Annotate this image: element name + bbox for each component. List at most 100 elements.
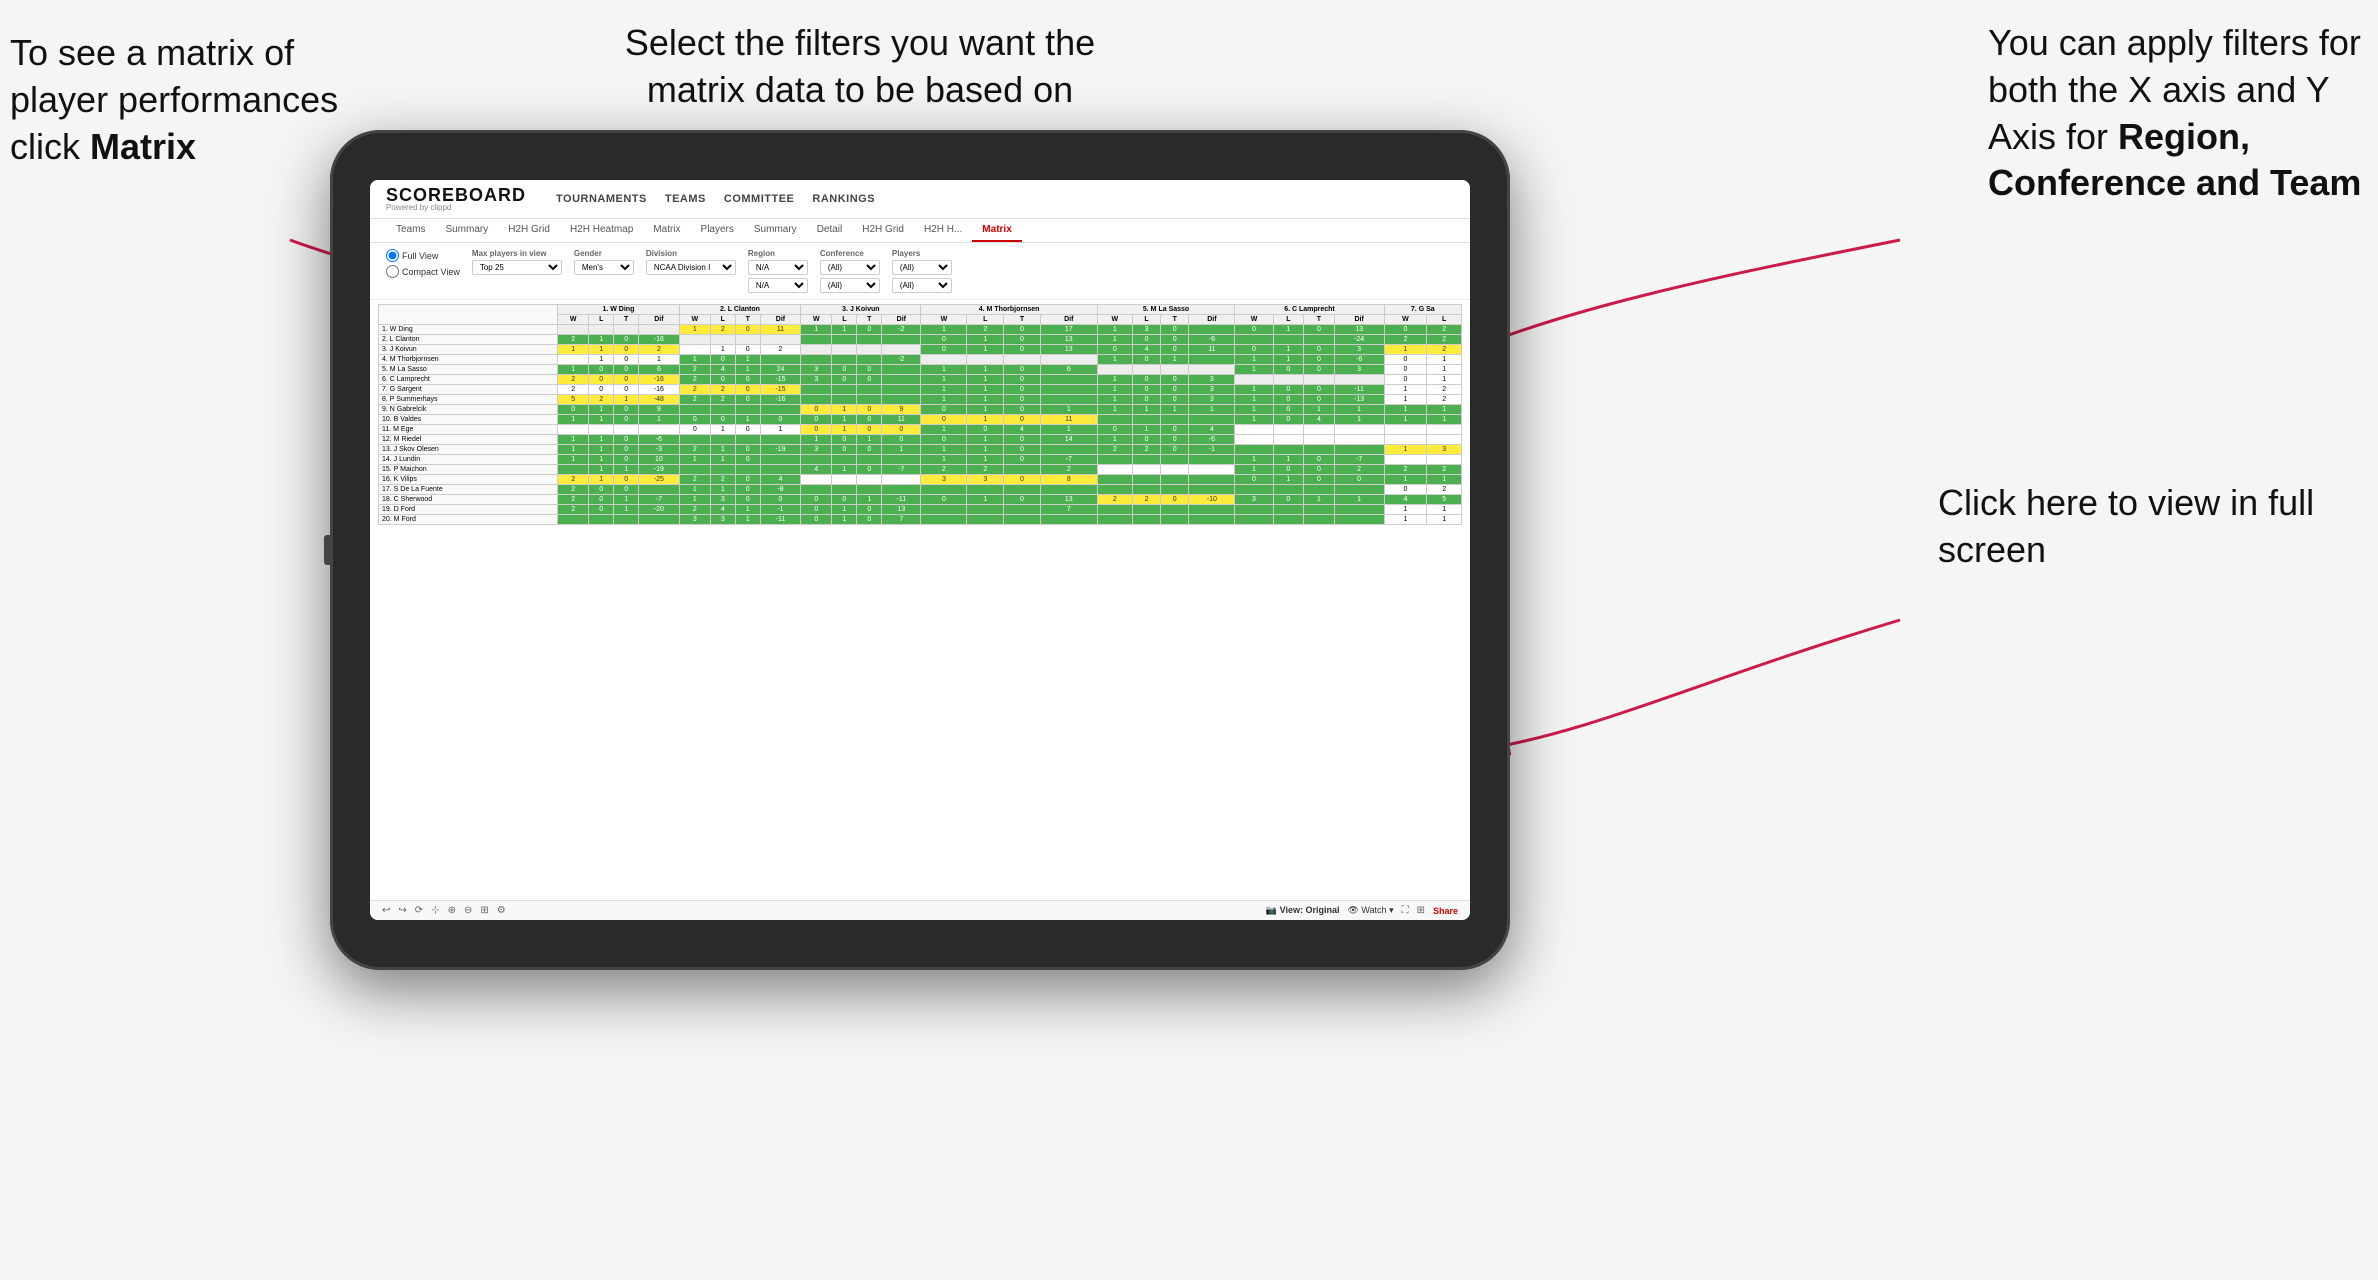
undo-icon[interactable]: ↩: [382, 905, 390, 916]
logo-title: SCOREBOARD: [386, 186, 526, 204]
th-dif6: Dif: [1334, 315, 1384, 325]
table-row: 16. K Vilips 210-25 2204 3308 0100 11: [379, 475, 1462, 485]
tab-h2h-h[interactable]: H2H H...: [914, 219, 972, 242]
settings-icon[interactable]: ⚙: [497, 905, 506, 916]
table-row: 15. P Maichon 11-19 410-7 222 1002 22: [379, 465, 1462, 475]
region-label: Region: [748, 249, 808, 258]
conference-select2[interactable]: (All): [820, 278, 880, 293]
table-row: 1. W Ding 12011 110-2 12017 130 01013 02: [379, 325, 1462, 335]
th-empty: [379, 305, 558, 325]
th-t4: T: [1004, 315, 1041, 325]
scoreboard-header: SCOREBOARD Powered by clippd TOURNAMENTS…: [370, 180, 1470, 219]
tab-matrix-active[interactable]: Matrix: [972, 219, 1021, 242]
tab-h2h-grid[interactable]: H2H Grid: [498, 219, 560, 242]
table-row: 5. M La Sasso 1006 24124 300 1106 1003 0…: [379, 365, 1462, 375]
annotation-bottom-right: Click here to view in full screen: [1938, 480, 2318, 574]
cursor-icon[interactable]: ⊹: [431, 905, 439, 916]
gender-label: Gender: [574, 249, 634, 258]
watch-button[interactable]: 👁 Watch ▾: [1347, 905, 1393, 916]
tab-players-summary[interactable]: Summary: [744, 219, 807, 242]
th-w5: W: [1097, 315, 1132, 325]
nav-teams[interactable]: TEAMS: [665, 189, 706, 209]
table-row: 20. M Ford 331-11 0107 11: [379, 515, 1462, 525]
main-nav: TOURNAMENTS TEAMS COMMITTEE RANKINGS: [556, 189, 875, 209]
th-t1: T: [614, 315, 639, 325]
full-view-radio[interactable]: [386, 249, 399, 262]
table-row: 14. J Lundin 11010 110 110-7 110-7: [379, 455, 1462, 465]
table-row: 2. L Clanton 210-16 01013 100-6 -24 22: [379, 335, 1462, 345]
annotation-bottom-right-text: Click here to view in full screen: [1938, 482, 2314, 570]
matrix-area[interactable]: 1. W Ding 2. L Clanton 3. J Koivun 4. M …: [370, 300, 1470, 900]
max-players-filter: Max players in view Top 25: [472, 249, 562, 275]
annotation-left-bold: Matrix: [90, 126, 196, 167]
th-w7: W: [1384, 315, 1427, 325]
tab-teams[interactable]: Teams: [386, 219, 435, 242]
bottom-toolbar: ↩ ↪ ⟳ ⊹ ⊕ ⊖ ⊞ ⚙ 📷 View: Original 👁 Watch…: [370, 900, 1470, 920]
tab-detail[interactable]: Detail: [807, 219, 853, 242]
refresh-icon[interactable]: ⟳: [415, 905, 423, 916]
tab-matrix[interactable]: Matrix: [643, 219, 690, 242]
table-row: 8. P Summerhays 521-48 220-16 110 1003 1…: [379, 395, 1462, 405]
annotation-right: You can apply filters for both the X axi…: [1988, 20, 2368, 207]
table-row: 7. G Sargent 200-16 220-15 110 1003 100-…: [379, 385, 1462, 395]
gender-filter: Gender Men's: [574, 249, 634, 275]
th-l1: L: [589, 315, 614, 325]
table-row: 6. C Lamprecht 200-16 200-15 300 110 100…: [379, 375, 1462, 385]
tab-h2h-heatmap[interactable]: H2H Heatmap: [560, 219, 643, 242]
table-row: 4. M Thorbjornsen 101 101 -2 101 110-6 0…: [379, 355, 1462, 365]
max-players-label: Max players in view: [472, 249, 562, 258]
nav-tournaments[interactable]: TOURNAMENTS: [556, 189, 647, 209]
players-select2[interactable]: (All): [892, 278, 952, 293]
region-select2[interactable]: N/A: [748, 278, 808, 293]
players-select[interactable]: (All): [892, 260, 952, 275]
table-row: 19. D Ford 201-20 241-1 01013 7 11: [379, 505, 1462, 515]
conference-label: Conference: [820, 249, 880, 258]
th-dif4: Dif: [1040, 315, 1097, 325]
division-label: Division: [646, 249, 736, 258]
zoom-in-icon[interactable]: ⊕: [448, 905, 456, 916]
th-t5: T: [1161, 315, 1189, 325]
tab-h2h-grid2[interactable]: H2H Grid: [852, 219, 914, 242]
row-wding: 1. W Ding: [379, 325, 558, 335]
th-l4: L: [967, 315, 1004, 325]
division-select[interactable]: NCAA Division I: [646, 260, 736, 275]
grid-icon[interactable]: ⊞: [1417, 905, 1425, 916]
tablet-side-button: [324, 535, 330, 565]
conference-select[interactable]: (All): [820, 260, 880, 275]
th-l2: L: [710, 315, 735, 325]
th-t3: T: [857, 315, 882, 325]
tab-players[interactable]: Players: [691, 219, 744, 242]
th-jkoivun: 3. J Koivun: [801, 305, 921, 315]
fit-icon[interactable]: ⊞: [480, 905, 488, 916]
share-button[interactable]: Share: [1433, 906, 1458, 916]
th-mthorb: 4. M Thorbjornsen: [921, 305, 1097, 315]
fullscreen-icon[interactable]: ⛶: [1402, 905, 1409, 916]
annotation-center: Select the filters you want the matrix d…: [600, 20, 1120, 114]
th-clamprecht: 6. C Lamprecht: [1235, 305, 1384, 315]
division-filter: Division NCAA Division I: [646, 249, 736, 275]
view-radio-group: Full View Compact View: [386, 249, 460, 278]
zoom-out-icon[interactable]: ⊖: [464, 905, 472, 916]
gender-select[interactable]: Men's: [574, 260, 634, 275]
th-l6: L: [1273, 315, 1304, 325]
th-dif1: Dif: [639, 315, 680, 325]
th-w3: W: [801, 315, 832, 325]
matrix-table: 1. W Ding 2. L Clanton 3. J Koivun 4. M …: [378, 304, 1462, 525]
view-label[interactable]: 📷 View: Original: [1266, 905, 1340, 916]
th-wding: 1. W Ding: [558, 305, 680, 315]
redo-icon[interactable]: ↪: [398, 905, 406, 916]
compact-view-radio[interactable]: [386, 265, 399, 278]
th-l5: L: [1132, 315, 1160, 325]
nav-committee[interactable]: COMMITTEE: [724, 189, 795, 209]
th-w4: W: [921, 315, 967, 325]
table-row: 18. C Sherwood 201-7 1300 001-11 01013 2…: [379, 495, 1462, 505]
compact-view-label[interactable]: Compact View: [386, 265, 460, 278]
tab-summary[interactable]: Summary: [435, 219, 498, 242]
nav-rankings[interactable]: RANKINGS: [812, 189, 875, 209]
region-select[interactable]: N/A: [748, 260, 808, 275]
th-lclanton: 2. L Clanton: [679, 305, 801, 315]
full-view-label[interactable]: Full View: [386, 249, 460, 262]
logo-subtitle: Powered by clippd: [386, 204, 526, 212]
max-players-select[interactable]: Top 25: [472, 260, 562, 275]
th-w1: W: [558, 315, 589, 325]
